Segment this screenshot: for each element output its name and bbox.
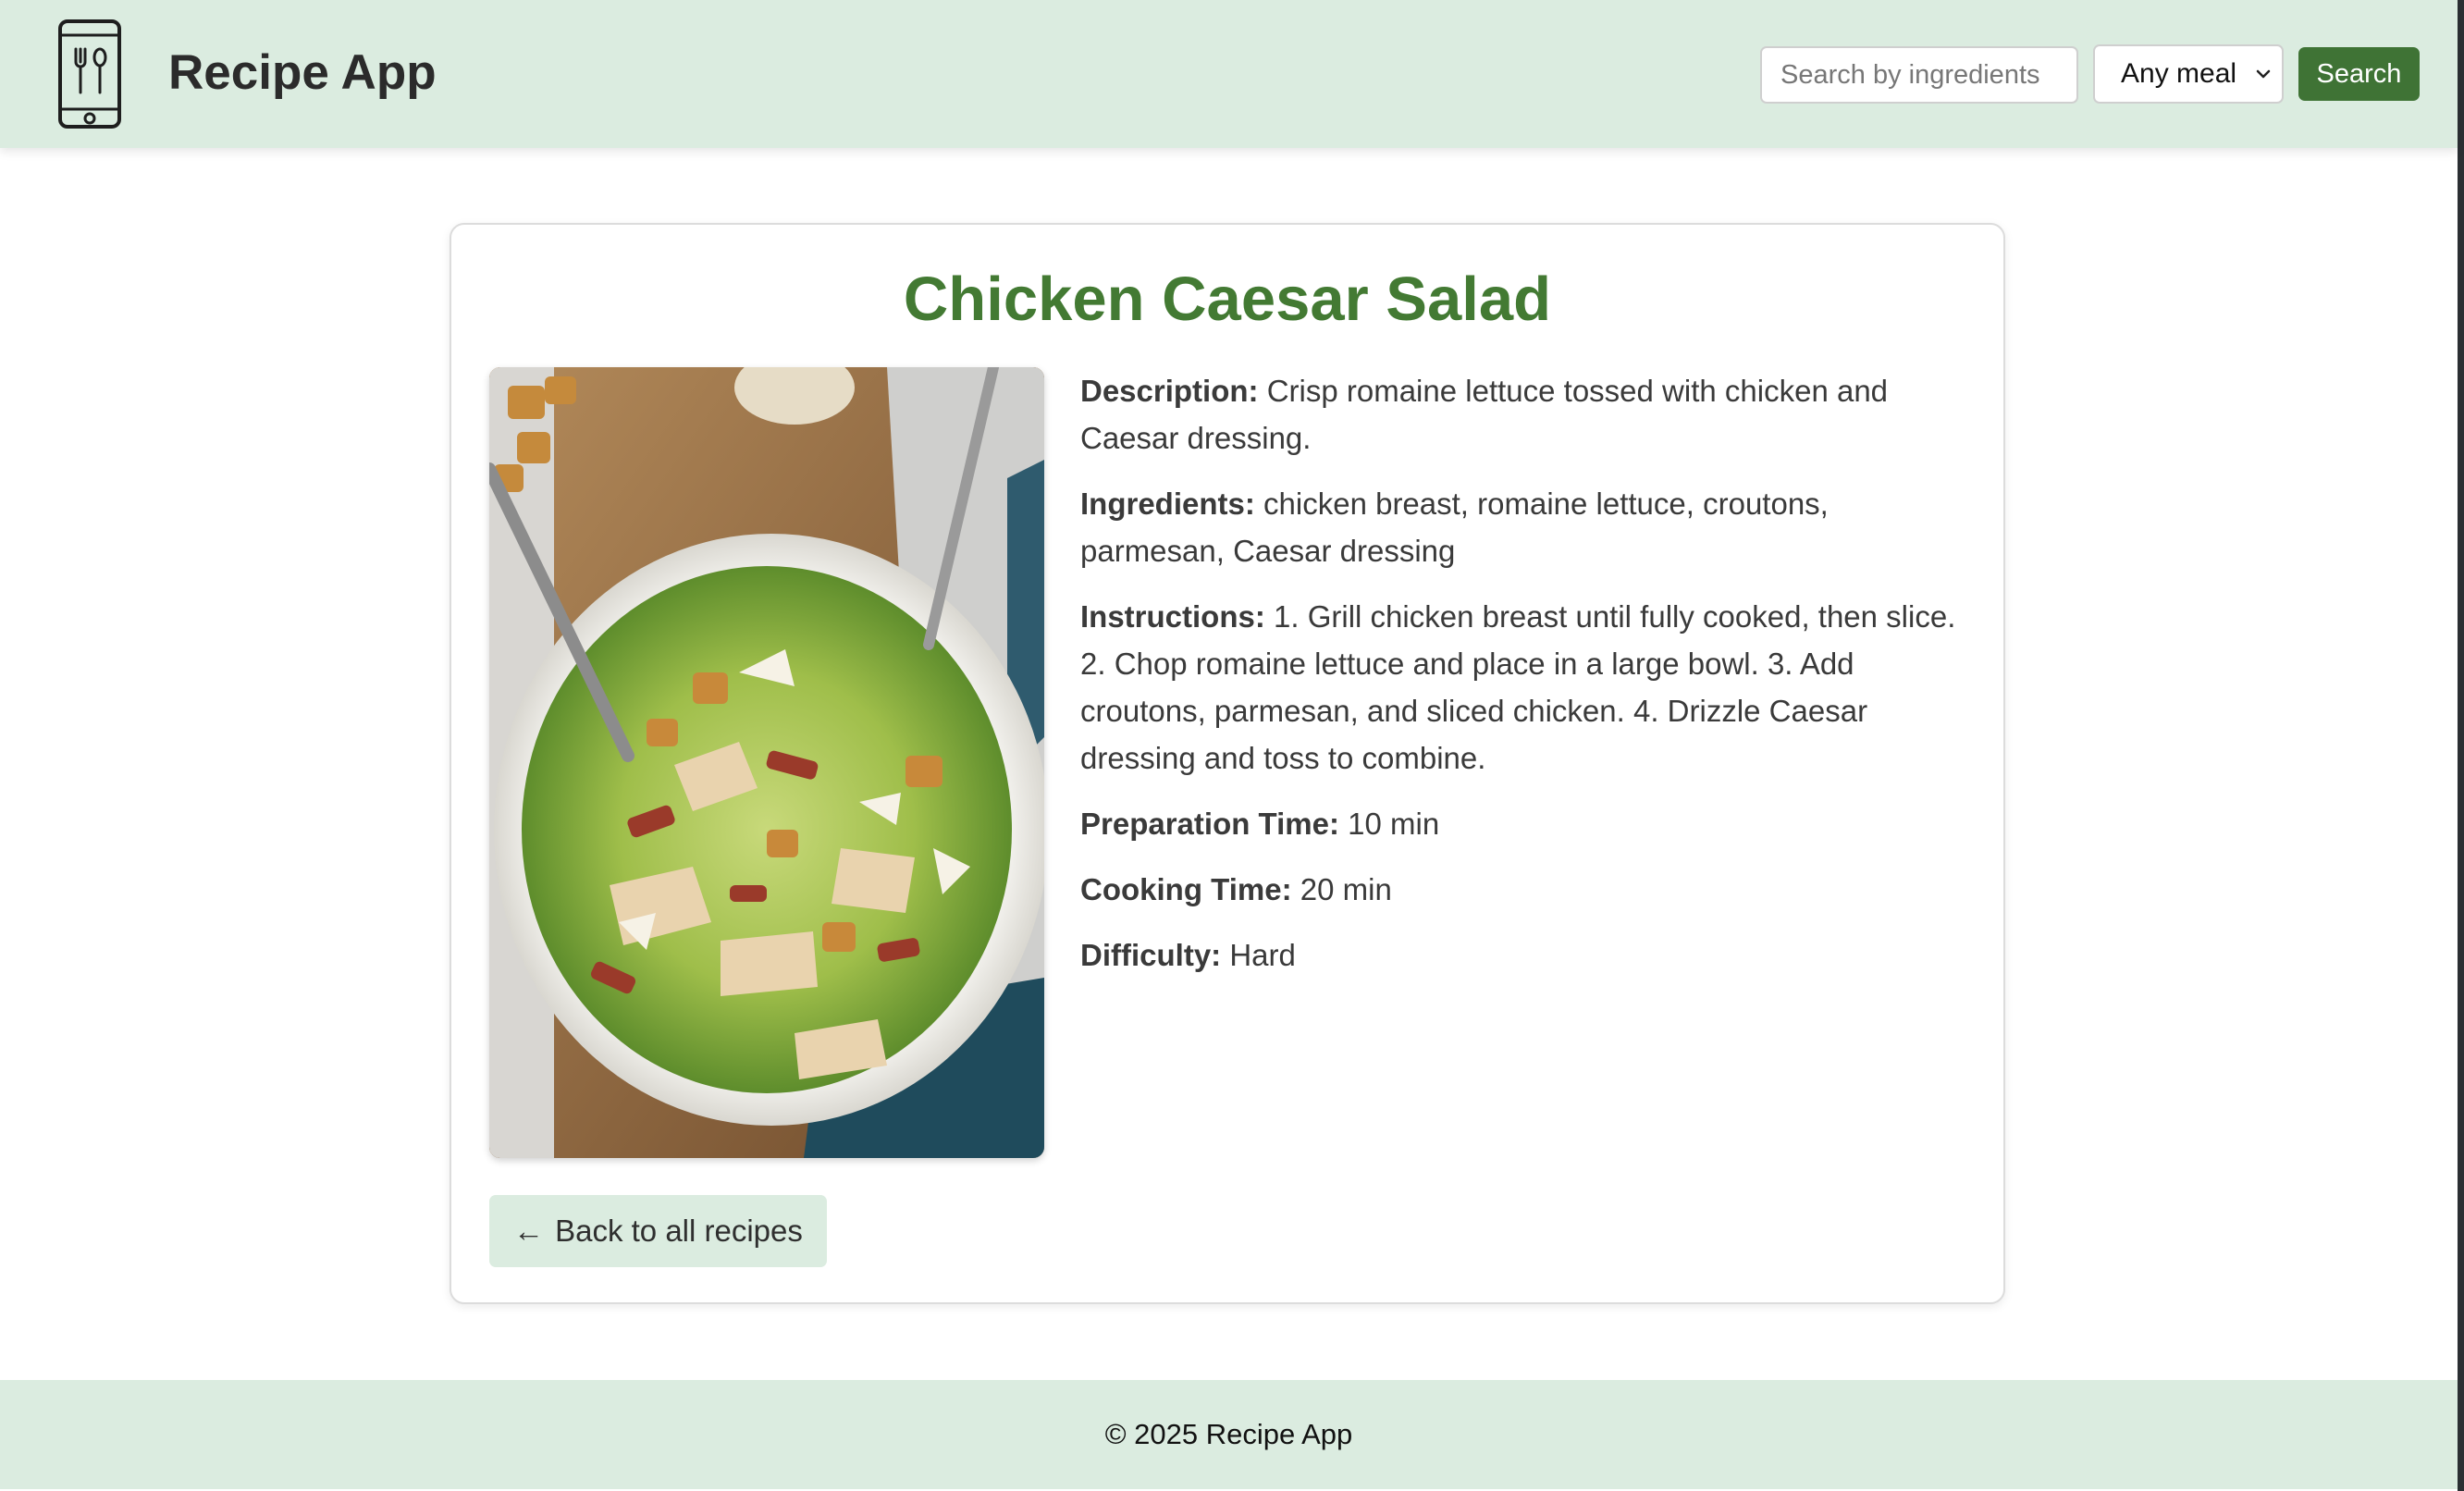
meal-select-value: Any meal (2121, 58, 2237, 89)
arrow-left-icon: ← (513, 1214, 545, 1248)
search-button[interactable]: Search (2298, 47, 2420, 101)
difficulty-label: Difficulty: (1080, 938, 1222, 972)
ingredients-label: Ingredients: (1080, 487, 1255, 521)
recipe-title: Chicken Caesar Salad (903, 265, 1552, 334)
footer-copyright: © 2025 Recipe App (1104, 1418, 1353, 1450)
instructions-row: Instructions: 1. Grill chicken breast un… (1080, 593, 1973, 782)
cook-time-label: Cooking Time: (1080, 872, 1292, 906)
difficulty-row: Difficulty: Hard (1080, 931, 1973, 979)
prep-time-label: Preparation Time: (1080, 807, 1339, 841)
cook-time-value: 20 min (1300, 872, 1392, 906)
prep-time-row: Preparation Time: 10 min (1080, 800, 1973, 847)
app-title[interactable]: Recipe App (168, 44, 437, 101)
ingredients-row: Ingredients: chicken breast, romaine let… (1080, 480, 1973, 574)
back-to-recipes-button[interactable]: ← Back to all recipes (489, 1195, 827, 1267)
prep-time-value: 10 min (1348, 807, 1440, 841)
window-edge (2458, 0, 2464, 1491)
recipe-details: Description: Crisp romaine lettuce tosse… (1080, 367, 1973, 997)
difficulty-value: Hard (1229, 938, 1296, 972)
meal-type-select[interactable]: Any meal (2093, 44, 2284, 104)
recipe-photo (489, 367, 1044, 1158)
back-button-label: Back to all recipes (555, 1214, 803, 1248)
phone-utensils-icon[interactable] (57, 18, 122, 129)
description-label: Description: (1080, 374, 1259, 408)
app-header: Recipe App Any meal Search (0, 0, 2458, 148)
instructions-label: Instructions: (1080, 599, 1265, 634)
recipe-card: Chicken Caesar Salad Description: Crisp … (450, 223, 2005, 1304)
cook-time-row: Cooking Time: 20 min (1080, 866, 1973, 913)
description-row: Description: Crisp romaine lettuce tosse… (1080, 367, 1973, 462)
chicken-caesar-salad-photo (489, 367, 1044, 1158)
page-footer: © 2025 Recipe App (0, 1380, 2458, 1489)
chevron-down-icon (2256, 69, 2271, 79)
ingredient-search-input[interactable] (1760, 46, 2078, 104)
